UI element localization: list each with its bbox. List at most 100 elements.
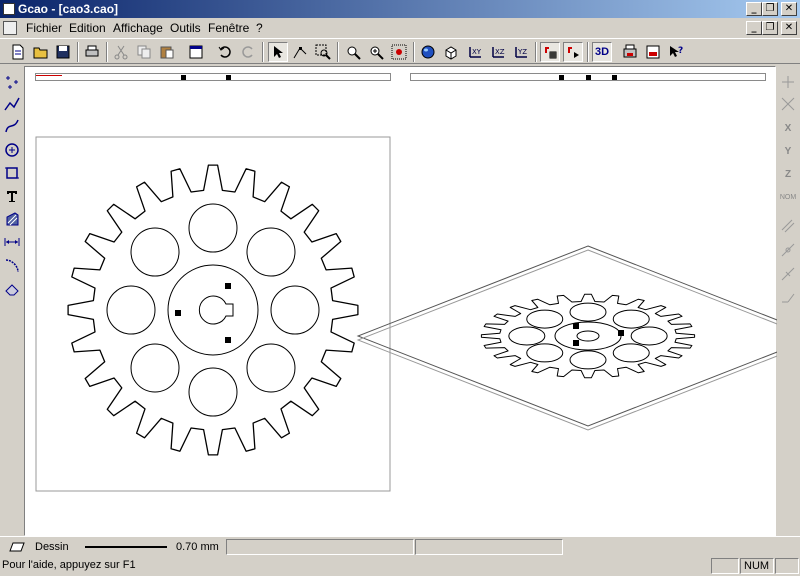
- menu-affichage[interactable]: Affichage: [113, 21, 163, 35]
- snap-magnet-icon[interactable]: [563, 42, 583, 62]
- 3d-export-icon[interactable]: [643, 42, 663, 62]
- zoom-all-icon[interactable]: [343, 42, 363, 62]
- app-icon[interactable]: [3, 3, 15, 15]
- sheet-border: [35, 136, 391, 492]
- hatch-icon[interactable]: [2, 209, 22, 229]
- doc-restore-button[interactable]: ❐: [762, 21, 778, 35]
- lightening-hole: [246, 227, 296, 277]
- gear-outline: [67, 164, 359, 456]
- doc-close-button[interactable]: ✕: [781, 21, 797, 35]
- dimension-icon[interactable]: [2, 232, 22, 252]
- eraser-icon[interactable]: [2, 279, 22, 299]
- menu-edition[interactable]: Edition: [69, 21, 106, 35]
- zoom-previous-icon[interactable]: [389, 42, 409, 62]
- cut-icon[interactable]: [111, 42, 131, 62]
- copy-icon[interactable]: [134, 42, 154, 62]
- document-icon[interactable]: [3, 21, 17, 35]
- parallel-line-icon[interactable]: [778, 216, 798, 236]
- paste-icon[interactable]: [157, 42, 177, 62]
- iso-hole: [508, 326, 546, 346]
- normal-view-label: NOM: [779, 193, 797, 201]
- svg-text:XY: XY: [472, 48, 482, 56]
- ruler-marker[interactable]: [586, 75, 591, 80]
- iso-hole: [612, 343, 650, 363]
- snap-point-icon[interactable]: [778, 72, 798, 92]
- menu-help[interactable]: ?: [256, 21, 263, 35]
- ruler-marker[interactable]: [181, 75, 186, 80]
- point-icon[interactable]: [2, 72, 22, 92]
- status-pane-1: [226, 539, 414, 555]
- zoom-window-icon[interactable]: [313, 42, 333, 62]
- 3d-label: 3D: [594, 46, 610, 58]
- globe-render-icon[interactable]: [418, 42, 438, 62]
- select-arrow-icon[interactable]: [268, 42, 288, 62]
- caps-indicator: [711, 558, 739, 574]
- drawing-canvas[interactable]: [24, 66, 777, 536]
- maximize-button[interactable]: ❐: [762, 2, 778, 16]
- polyline-icon[interactable]: [2, 94, 22, 114]
- properties-icon[interactable]: [186, 42, 206, 62]
- svg-text:XZ: XZ: [495, 48, 505, 56]
- line-width-sample: [85, 546, 167, 548]
- rotate-x-label: X: [784, 122, 792, 134]
- snap-intersection-icon[interactable]: [778, 94, 798, 114]
- doc-minimize-button[interactable]: _: [746, 21, 762, 35]
- iso-hole: [569, 302, 607, 322]
- gear-isometric-view[interactable]: [356, 245, 777, 431]
- title-bar[interactable]: Gcao - [cao3.cao] _ ❐ ✕: [0, 0, 800, 18]
- xy-plane-icon[interactable]: XY: [465, 42, 485, 62]
- iso-bore: [576, 330, 600, 342]
- save-icon[interactable]: [53, 42, 73, 62]
- xz-plane-icon[interactable]: XZ: [488, 42, 508, 62]
- yz-plane-icon[interactable]: YZ: [511, 42, 531, 62]
- menu-bar: Fichier Edition Affichage Outils Fenêtre…: [0, 18, 800, 38]
- menu-fichier[interactable]: Fichier: [26, 21, 62, 35]
- layer-icon[interactable]: [9, 542, 25, 552]
- ruler-marker[interactable]: [612, 75, 617, 80]
- perpendicular-icon[interactable]: [778, 264, 798, 284]
- circle-icon[interactable]: [2, 140, 22, 160]
- new-icon[interactable]: [8, 42, 28, 62]
- menu-fenetre[interactable]: Fenêtre: [208, 21, 249, 35]
- 3d-view-icon[interactable]: 3D: [592, 42, 612, 62]
- ruler-marker[interactable]: [226, 75, 231, 80]
- layer-label[interactable]: Dessin: [35, 541, 69, 553]
- scroll-indicator: [775, 558, 799, 574]
- ruler-marker[interactable]: [559, 75, 564, 80]
- text-icon[interactable]: [2, 186, 22, 206]
- gear-front-view[interactable]: [35, 136, 391, 492]
- snap-tangent-icon[interactable]: [778, 240, 798, 260]
- zoom-realtime-icon[interactable]: [366, 42, 386, 62]
- undo-icon[interactable]: [215, 42, 235, 62]
- help-pointer-icon[interactable]: ?: [666, 42, 686, 62]
- iso-selection-handle: [618, 330, 624, 336]
- num-indicator: NUM: [740, 558, 774, 574]
- open-icon[interactable]: [31, 42, 51, 62]
- box-view-icon[interactable]: [441, 42, 461, 62]
- window-title: Gcao - [cao3.cao]: [18, 2, 119, 16]
- line-width-value[interactable]: 0.70 mm: [176, 541, 219, 553]
- menu-outils[interactable]: Outils: [170, 21, 201, 35]
- redo-icon[interactable]: [238, 42, 258, 62]
- 3d-print-icon[interactable]: [620, 42, 640, 62]
- minimize-button[interactable]: _: [746, 2, 762, 16]
- rectangle-icon[interactable]: [2, 163, 22, 183]
- print-icon[interactable]: [82, 42, 102, 62]
- iso-gear-outline: [480, 293, 696, 379]
- rotate-y-label: Y: [784, 145, 792, 157]
- status-pane-2: [415, 539, 563, 555]
- iso-hole: [526, 343, 564, 363]
- rotate-y-icon[interactable]: Y: [778, 141, 798, 161]
- rotate-z-label: Z: [784, 168, 792, 180]
- normal-view-icon[interactable]: NOM: [778, 187, 798, 207]
- svg-text:YZ: YZ: [517, 48, 527, 56]
- fillet-icon[interactable]: [2, 256, 22, 276]
- extend-line-icon[interactable]: [778, 288, 798, 308]
- curve-icon[interactable]: [2, 116, 22, 136]
- rotate-x-icon[interactable]: X: [778, 118, 798, 138]
- rotate-z-icon[interactable]: Z: [778, 164, 798, 184]
- node-edit-icon[interactable]: [290, 42, 310, 62]
- snap-grid-icon[interactable]: [540, 42, 560, 62]
- close-button[interactable]: ✕: [781, 2, 797, 16]
- lightening-hole: [270, 285, 320, 335]
